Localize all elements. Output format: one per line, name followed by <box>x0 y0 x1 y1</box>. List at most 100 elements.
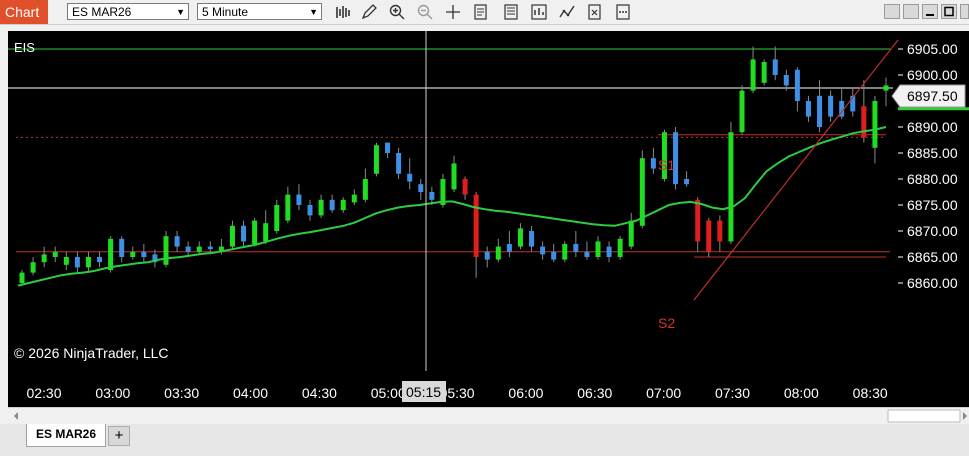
candle[interactable] <box>529 225 535 252</box>
candle[interactable] <box>484 246 490 268</box>
candle-body <box>495 246 501 260</box>
candle-body <box>506 244 512 252</box>
time-tick-label: 06:30 <box>577 385 612 401</box>
candle-body <box>517 228 523 247</box>
candle[interactable] <box>418 179 424 200</box>
candle[interactable] <box>141 244 147 263</box>
candle-body <box>407 173 413 182</box>
candle-body <box>562 244 568 260</box>
candle-body <box>805 101 811 117</box>
candle[interactable] <box>562 241 568 263</box>
candle-body <box>373 145 379 174</box>
candle[interactable] <box>551 244 557 263</box>
candle[interactable] <box>351 189 357 205</box>
candle[interactable] <box>573 231 579 257</box>
candle[interactable] <box>74 251 80 273</box>
candle-body <box>484 251 490 260</box>
candle[interactable] <box>229 220 235 250</box>
candle-body <box>529 231 535 247</box>
candle[interactable] <box>285 186 291 224</box>
candle-body <box>628 220 634 247</box>
candle-body <box>52 251 58 257</box>
candle[interactable] <box>373 142 379 177</box>
candle[interactable] <box>407 158 413 190</box>
tab-es-mar26[interactable]: ES MAR26 <box>26 424 106 447</box>
horizontal-scrollbar[interactable] <box>8 407 969 425</box>
candle[interactable] <box>296 184 302 211</box>
candle[interactable] <box>617 236 623 260</box>
candle[interactable] <box>163 231 169 268</box>
candle[interactable] <box>540 241 546 260</box>
candle[interactable] <box>684 171 690 187</box>
candle[interactable] <box>63 251 69 270</box>
candle[interactable] <box>517 223 523 250</box>
ema-line[interactable] <box>17 126 887 287</box>
candle[interactable] <box>263 210 269 244</box>
candle[interactable] <box>861 80 867 143</box>
candle-body <box>429 192 435 200</box>
candle[interactable] <box>30 257 36 276</box>
candle[interactable] <box>97 251 103 268</box>
candle[interactable] <box>451 155 457 192</box>
candle-body <box>794 69 800 101</box>
candle[interactable] <box>794 67 800 112</box>
candle[interactable] <box>783 69 789 91</box>
candle[interactable] <box>473 192 479 278</box>
candle-body <box>351 194 357 203</box>
candle[interactable] <box>396 147 402 179</box>
scrollbar-thumb[interactable] <box>887 409 961 423</box>
add-tab-button[interactable]: + <box>108 426 130 446</box>
candle[interactable] <box>717 215 723 252</box>
candle[interactable] <box>628 212 634 250</box>
candle[interactable] <box>661 129 667 182</box>
candle[interactable] <box>52 246 58 263</box>
candle[interactable] <box>883 77 889 107</box>
candle[interactable] <box>584 241 590 260</box>
candle[interactable] <box>650 147 656 174</box>
candle[interactable] <box>828 90 834 122</box>
candle[interactable] <box>739 85 745 135</box>
candle-body <box>296 194 302 205</box>
candle[interactable] <box>274 199 280 234</box>
candle[interactable] <box>340 197 346 213</box>
candle-body <box>872 101 878 148</box>
candle[interactable] <box>595 236 601 260</box>
candle[interactable] <box>850 88 856 117</box>
chevron-right-icon[interactable] <box>963 412 967 420</box>
candle[interactable] <box>761 59 767 86</box>
candle[interactable] <box>606 241 612 263</box>
time-tick-label: 04:30 <box>302 385 337 401</box>
candle[interactable] <box>706 218 712 257</box>
chevron-left-icon[interactable] <box>14 412 18 420</box>
candle[interactable] <box>196 241 202 255</box>
candle[interactable] <box>307 199 313 221</box>
candle[interactable] <box>329 194 335 213</box>
candle[interactable] <box>130 246 136 260</box>
s2-label: S2 <box>658 315 675 331</box>
candle[interactable] <box>495 238 501 263</box>
time-tick-label: 06:00 <box>508 385 543 401</box>
candle-body <box>573 244 579 252</box>
candle[interactable] <box>695 197 701 252</box>
time-tick-label: 07:30 <box>715 385 750 401</box>
candle[interactable] <box>728 121 734 244</box>
candle[interactable] <box>506 231 512 257</box>
candle[interactable] <box>241 220 247 247</box>
candle[interactable] <box>41 246 47 268</box>
candle[interactable] <box>385 142 391 159</box>
candle[interactable] <box>85 251 91 273</box>
candle[interactable] <box>462 176 468 200</box>
candle-body <box>828 95 834 117</box>
candle[interactable] <box>318 194 324 218</box>
candle[interactable] <box>252 218 258 247</box>
candle[interactable] <box>750 46 756 94</box>
candle[interactable] <box>805 95 811 122</box>
candle-body <box>861 106 867 138</box>
candle[interactable] <box>119 236 125 263</box>
candle[interactable] <box>362 168 368 203</box>
candle-body <box>241 225 247 242</box>
candle[interactable] <box>174 231 180 252</box>
candle[interactable] <box>772 46 778 81</box>
candle-body <box>617 238 623 257</box>
candle-body <box>728 132 734 242</box>
